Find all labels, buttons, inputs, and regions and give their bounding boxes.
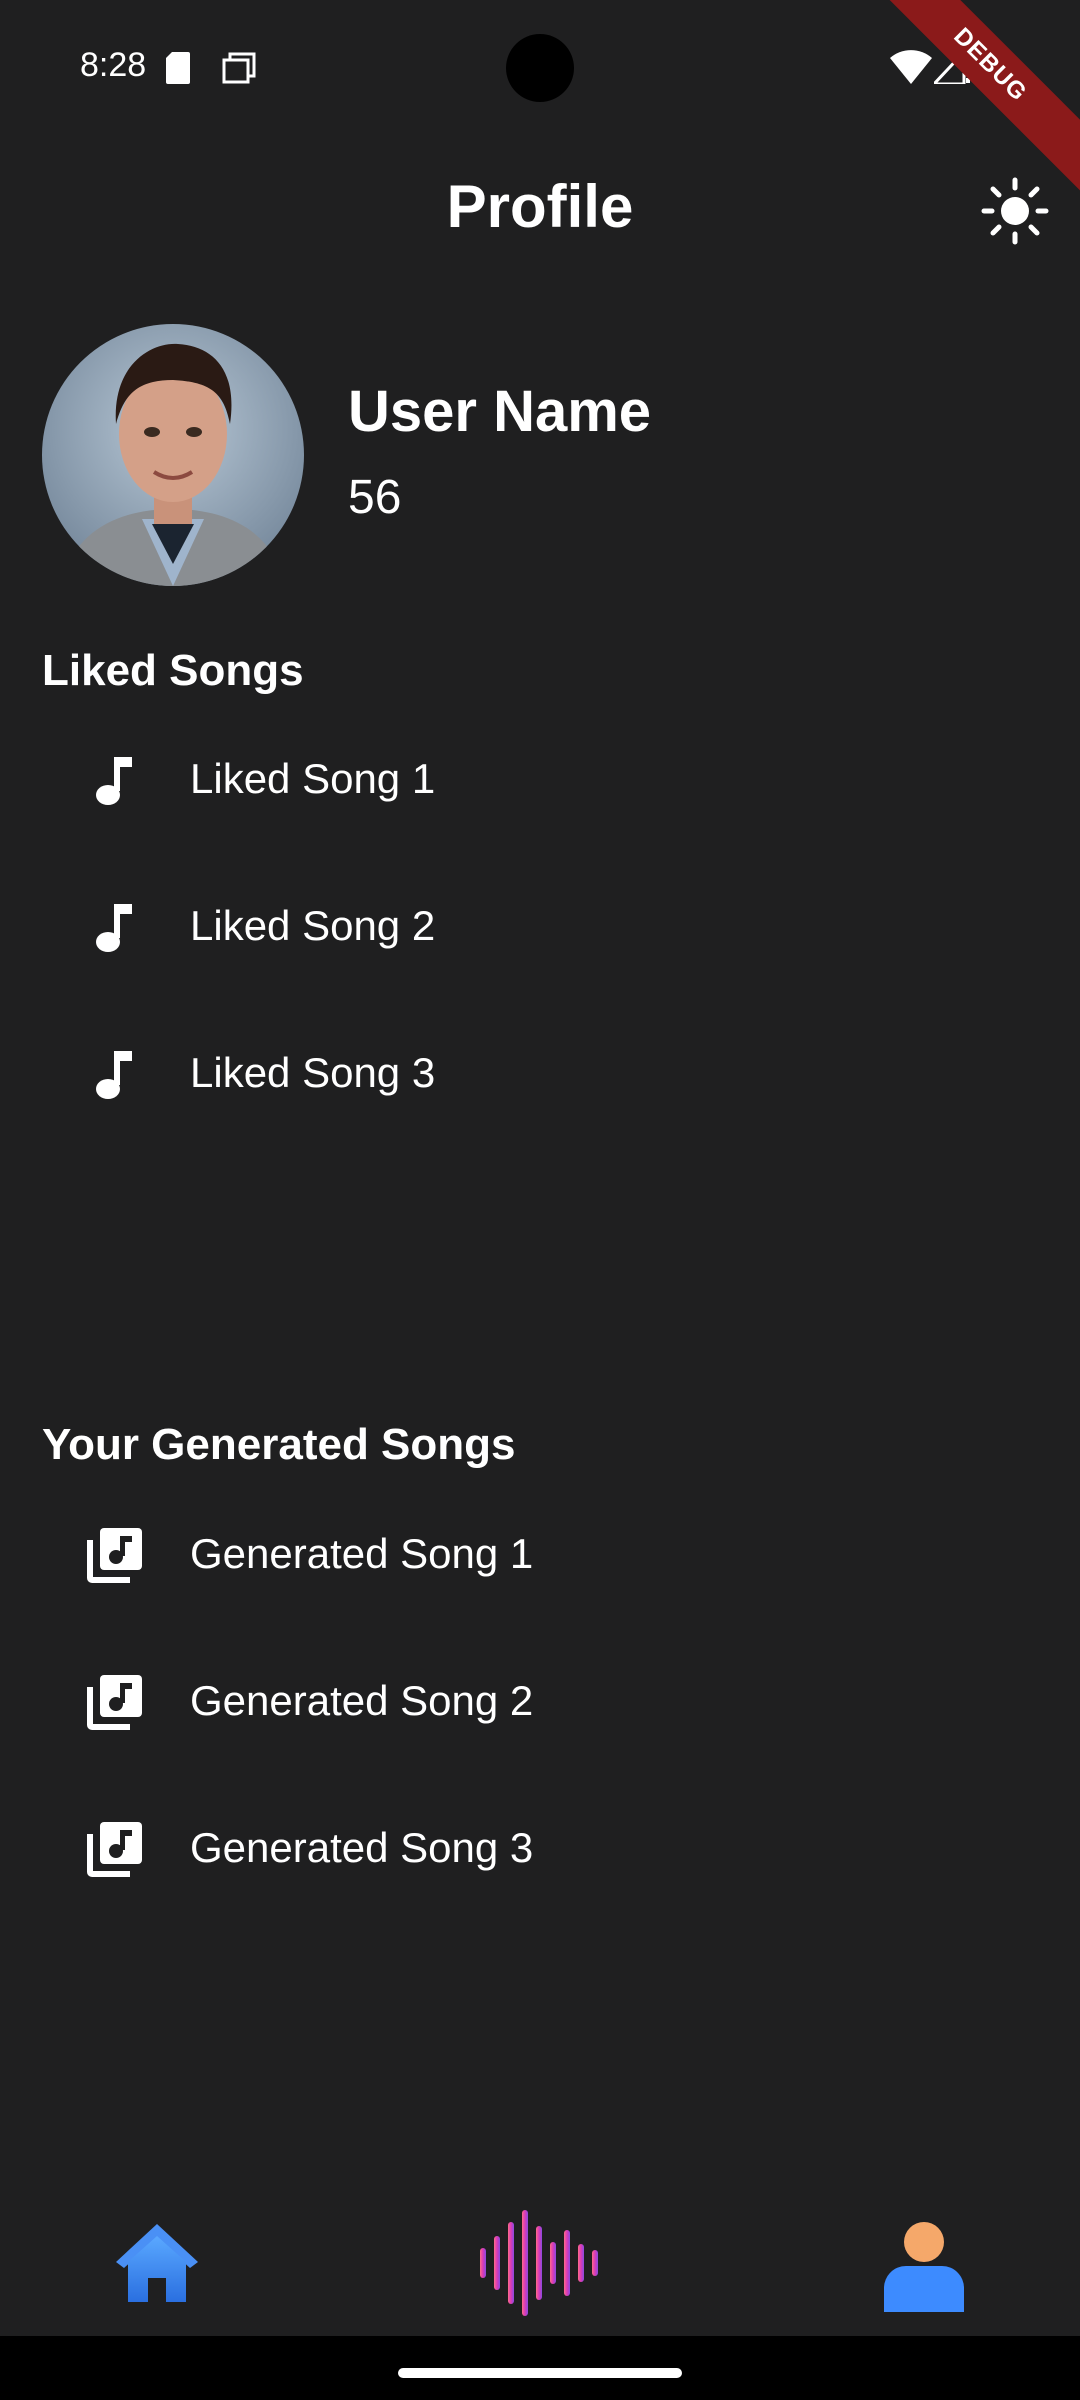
generated-song-title: Generated Song 2 (190, 1677, 534, 1724)
user-name: User Name (348, 379, 652, 444)
camera-cutout (506, 34, 574, 102)
generated-song-row[interactable]: Generated Song 2 (0, 1637, 1080, 1777)
library-music-icon (87, 1528, 142, 1583)
generated-song-row[interactable]: Generated Song 3 (0, 1784, 1080, 1924)
sd-card-icon (166, 52, 190, 84)
sound-wave-icon[interactable] (476, 2208, 606, 2318)
library-music-icon (87, 1822, 142, 1877)
home-icon[interactable] (112, 2218, 202, 2308)
liked-song-row[interactable]: Liked Song 1 (0, 715, 1080, 855)
status-bar: 8:28 DEBUG (0, 0, 1080, 196)
liked-song-title: Liked Song 2 (190, 902, 436, 949)
liked-song-title: Liked Song 3 (190, 1049, 436, 1096)
generated-song-title: Generated Song 1 (190, 1530, 534, 1577)
liked-song-row[interactable]: Liked Song 2 (0, 862, 1080, 1002)
sun-icon[interactable] (980, 176, 1050, 246)
page-title: Profile (446, 173, 634, 240)
liked-song-title: Liked Song 1 (190, 755, 436, 802)
generated-songs-heading: Your Generated Songs (42, 1420, 516, 1469)
music-note-icon (96, 904, 132, 952)
user-count: 56 (348, 471, 402, 524)
screenshot-icon (222, 52, 256, 84)
wifi-icon (890, 50, 932, 84)
app-bar: Profile (0, 150, 1080, 270)
generated-song-title: Generated Song 3 (190, 1824, 534, 1871)
generated-song-row[interactable]: Generated Song 1 (0, 1490, 1080, 1630)
person-icon[interactable] (880, 2216, 968, 2312)
liked-songs-heading: Liked Songs (42, 646, 304, 695)
bottom-navigation (0, 2190, 1080, 2330)
music-note-icon (96, 1051, 132, 1099)
status-time: 8:28 (80, 46, 147, 84)
music-note-icon (96, 757, 132, 805)
avatar (42, 324, 304, 586)
gesture-handle[interactable] (398, 2368, 682, 2378)
liked-song-row[interactable]: Liked Song 3 (0, 1009, 1080, 1149)
library-music-icon (87, 1675, 142, 1730)
